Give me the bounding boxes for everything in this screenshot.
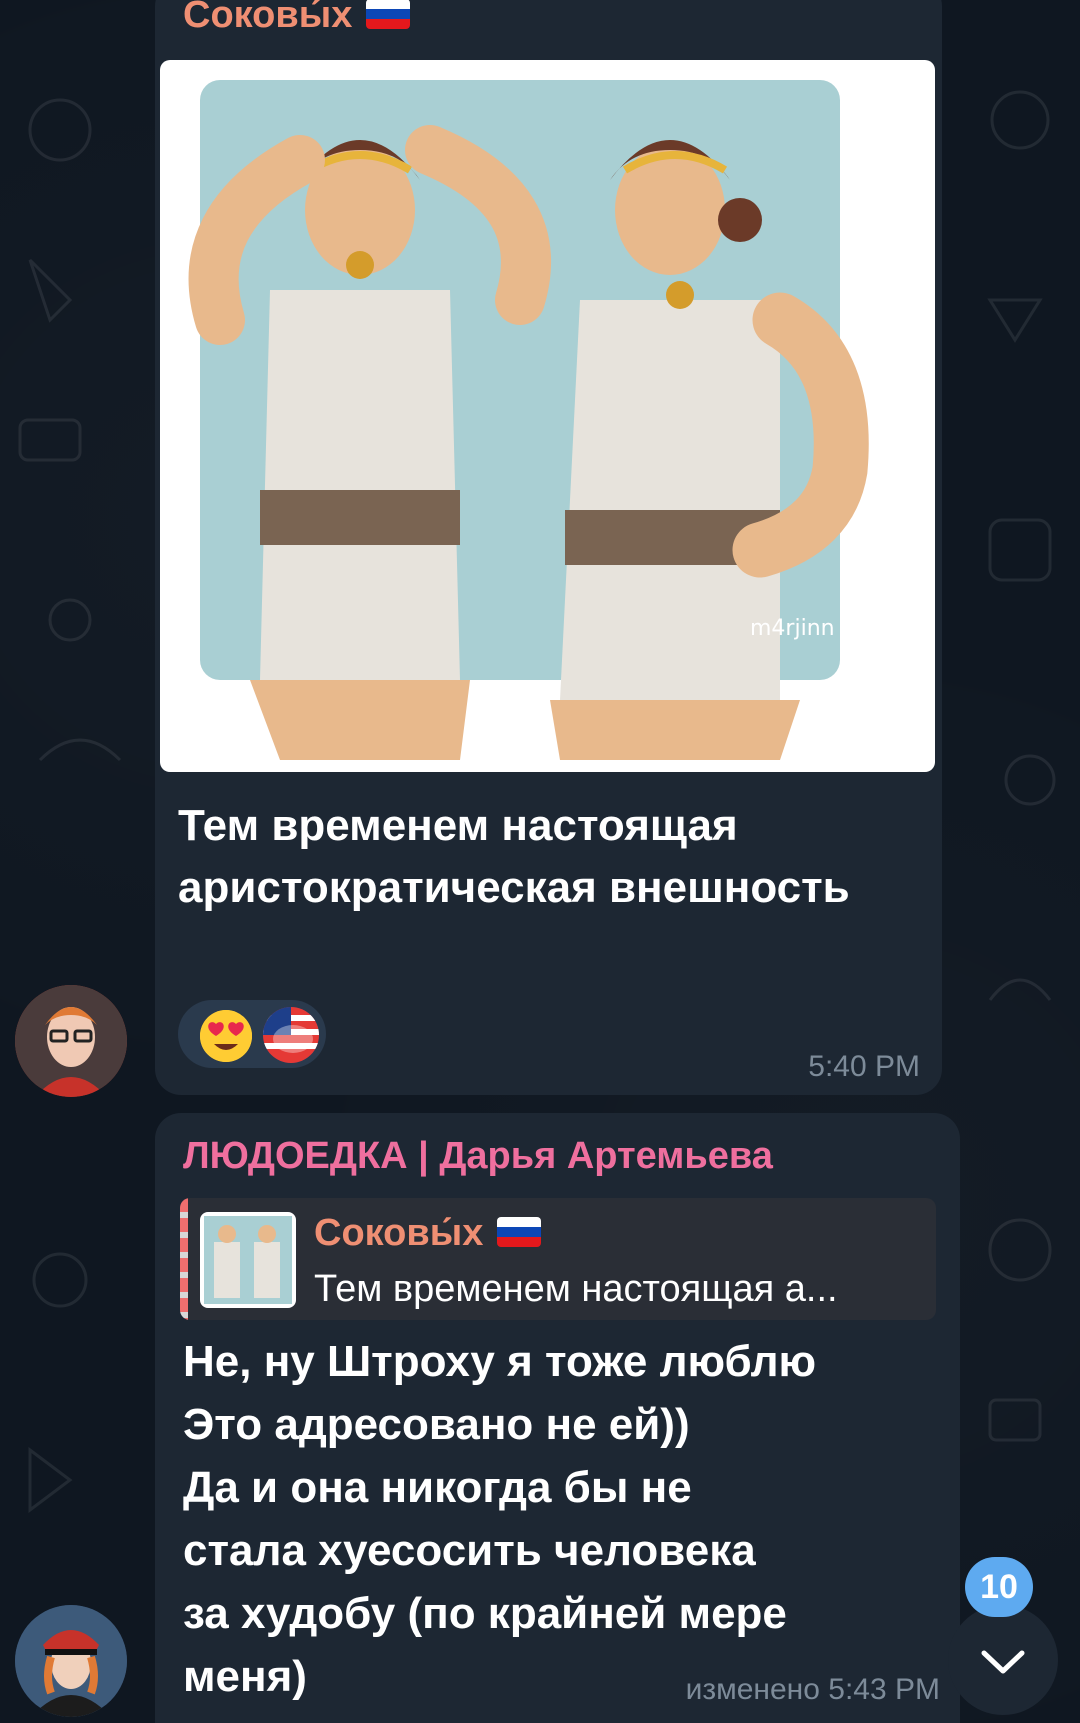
ru-flag-icon [497,1216,542,1247]
message-time: 5:40 PM [808,1050,920,1083]
artist-signature: m4rjinn [750,616,835,641]
reply-thumbnail [200,1212,296,1308]
heart-eyes-emoji-icon[interactable] [200,1010,252,1062]
avatar[interactable] [15,1605,127,1717]
chat-view: Соковы́х m4rjinn Тем временем настоящая … [0,0,1080,1723]
sender-name[interactable]: Соковы́х [183,0,411,37]
message-time: изменено 5:43 PM [685,1673,940,1706]
message-caption: Тем временем настоящая аристократическая… [178,801,850,912]
ru-flag-icon [366,0,411,29]
usa-pepe-emoji-icon[interactable] [263,1007,319,1063]
reply-text: Тем временем настоящая а... [314,1268,838,1310]
scroll-down-button[interactable] [948,1605,1058,1715]
sender-name[interactable]: ЛЮДОЕДКА | Дарья Артемьева [183,1135,773,1178]
unread-count-badge[interactable]: 10 [965,1557,1033,1617]
message-text: Не, ну Штроху я тоже люблю Это адресован… [183,1337,817,1701]
message-photo[interactable]: m4rjinn [160,60,935,772]
chevron-down-icon [981,1650,1025,1674]
reply-sender: Соковы́х [314,1212,542,1255]
reply-preview[interactable]: Соковы́х Тем временем настоящая а... [180,1198,936,1320]
avatar[interactable] [15,985,127,1097]
reply-bar [180,1198,188,1320]
